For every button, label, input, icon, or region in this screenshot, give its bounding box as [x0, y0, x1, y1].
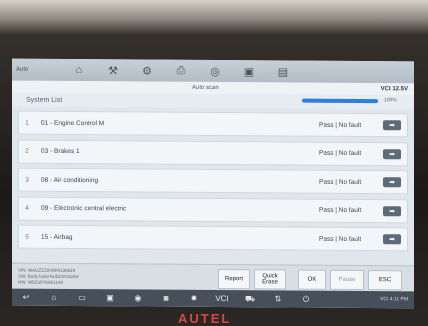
autel-logo: AUTEL [178, 311, 232, 326]
arrow-right-icon[interactable]: ➡ [383, 120, 401, 131]
status-badge: Pass | No fault [319, 178, 362, 186]
home-nav-icon[interactable]: ⌂ [40, 293, 68, 302]
save-icon[interactable]: ▣ [232, 60, 266, 82]
vci-icon[interactable]: VCI [208, 294, 236, 303]
vci-indicator: VCI 12.5V [380, 86, 408, 93]
tablet-screen: Auto ⌂ ⚒ ⚙ ⎙ ◎ ▣ ▤ Auto scan VCI 12.5V S… [12, 58, 414, 309]
list-title: System List [26, 96, 63, 104]
list-item[interactable]: 5 15 - Airbag Pass | No fault ➡ [18, 224, 408, 252]
esc-button[interactable]: ESC [368, 270, 402, 291]
scan-progress-bar [302, 98, 378, 104]
data-icon[interactable]: ▤ [266, 60, 300, 82]
footer-bar: VIN: WAUZZZ8V6FA138519 SW: Body build AU… [12, 262, 414, 293]
ok-button[interactable]: OK [298, 269, 326, 290]
clock-readout: VCI 4:11 PM [380, 296, 408, 303]
progress-label: 100% [384, 97, 397, 104]
top-toolbar: Auto ⌂ ⚒ ⚙ ⎙ ◎ ▣ ▤ [12, 58, 414, 84]
system-name: 09 - Electronic central electric [41, 204, 127, 213]
home-icon[interactable]: ⌂ [62, 59, 96, 81]
row-number: 3 [25, 176, 29, 184]
pause-button[interactable]: Pause [330, 269, 364, 291]
tools-icon[interactable]: ⚒ [96, 59, 130, 81]
screenshot-icon[interactable]: ▣ [96, 293, 124, 302]
android-nav-bar: ↩ ⌂ ▭ ▣ ◉ ◙ ✹ VCI ⛟ ⇅ ⏻ VCI 4:11 PM [12, 288, 414, 309]
browser-icon[interactable]: ◉ [124, 293, 152, 302]
system-name: 03 - Brakes 1 [41, 147, 80, 156]
system-name: 01 - Engine Control M [41, 119, 105, 127]
status-badge: Pass | No fault [319, 235, 362, 243]
system-name: 15 - Airbag [41, 233, 73, 241]
back-icon[interactable]: ↩ [12, 293, 40, 302]
vin-line: HW: WDD2P4W51140 [18, 279, 64, 285]
list-item[interactable]: 3 08 - Air conditioning Pass | No fault … [18, 167, 408, 195]
quick-erase-button[interactable]: Quick Erase [254, 269, 286, 290]
screen-title: Auto scan [192, 84, 219, 92]
row-number: 5 [25, 233, 29, 241]
list-item[interactable]: 1 01 - Engine Control M Pass | No fault … [18, 110, 408, 138]
help-icon[interactable]: ◎ [198, 60, 232, 82]
arrow-right-icon[interactable]: ➡ [383, 234, 401, 245]
system-list: 1 01 - Engine Control M Pass | No fault … [18, 110, 408, 256]
brightness-icon[interactable]: ✹ [180, 294, 208, 303]
row-number: 1 [25, 119, 29, 127]
status-badge: Pass | No fault [319, 206, 362, 215]
arrow-right-icon[interactable]: ➡ [383, 205, 401, 216]
system-name: 08 - Air conditioning [41, 176, 99, 184]
power-icon[interactable]: ⏻ [292, 294, 320, 304]
print-icon[interactable]: ⎙ [164, 60, 198, 82]
recent-apps-icon[interactable]: ▭ [68, 293, 96, 302]
row-number: 4 [25, 204, 29, 212]
status-badge: Pass | No fault [319, 149, 362, 158]
car-icon[interactable]: ⛟ [236, 294, 264, 304]
background-frame [0, 0, 428, 34]
settings-icon[interactable]: ⚙ [130, 59, 164, 81]
arrow-right-icon[interactable]: ➡ [383, 148, 401, 159]
list-header: System List 100% [12, 92, 414, 110]
list-item[interactable]: 4 09 - Electronic central electric Pass … [18, 196, 408, 223]
vehicle-info: VIN: WAUZZZ8V6FA138519 SW: Body build AU… [18, 268, 78, 286]
row-number: 2 [25, 147, 29, 155]
status-badge: Pass | No fault [319, 121, 362, 129]
camera-icon[interactable]: ◙ [152, 294, 180, 303]
network-icon[interactable]: ⇅ [264, 294, 292, 303]
list-item[interactable]: 2 03 - Brakes 1 Pass | No fault ➡ [18, 139, 408, 166]
report-button[interactable]: Report [218, 269, 250, 290]
mode-label: Auto [16, 66, 29, 73]
arrow-right-icon[interactable]: ➡ [383, 177, 401, 188]
